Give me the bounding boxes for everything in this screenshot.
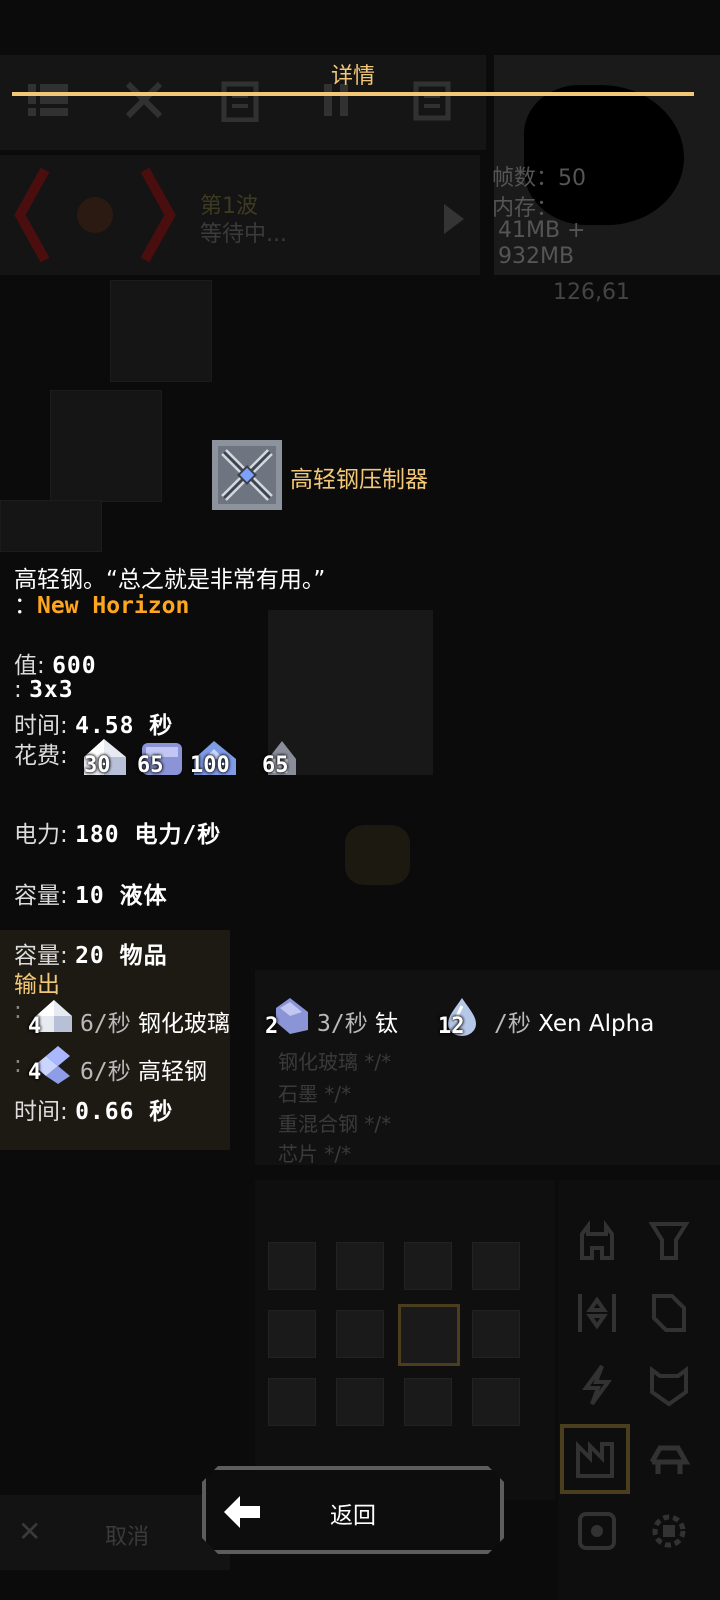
- mod-source: ：New Horizon: [14, 586, 189, 620]
- input-rate: 3/秒: [317, 1011, 368, 1037]
- background-unit: [345, 825, 410, 885]
- input-item: /秒 Xen Alpha: [494, 1004, 654, 1038]
- fps-readout: 帧数：50: [492, 166, 586, 191]
- distribution-category-icon: [578, 1294, 616, 1332]
- defense-category-icon: [650, 1366, 688, 1407]
- input-amount: 4: [28, 1014, 42, 1039]
- palette-block: [336, 1378, 384, 1426]
- palette-block: [268, 1310, 316, 1358]
- memory-value-1: 41MB +: [498, 218, 586, 243]
- stat-label: 值:: [14, 653, 45, 679]
- input-name: 钢化玻璃: [138, 1011, 231, 1037]
- palette-block: [472, 1242, 520, 1290]
- output-name: 高轻钢: [138, 1059, 208, 1085]
- liquid-capacity-stat: 容量: 10 液体: [14, 876, 168, 910]
- power-stat: 电力: 180 电力/秒: [14, 815, 221, 849]
- input-row-prefix: :: [14, 998, 22, 1024]
- output-amount: 4: [28, 1060, 42, 1085]
- popup-line: 石墨 */*: [278, 1082, 352, 1106]
- size-stat: : 3x3: [14, 677, 74, 703]
- popup-line: 芯片 */*: [278, 1142, 352, 1166]
- palette-block: [472, 1378, 520, 1426]
- power-category-icon: [582, 1364, 612, 1406]
- close-icon: ✕: [18, 1515, 42, 1548]
- stat-value: 10 液体: [75, 883, 168, 909]
- effect-category-icon: [652, 1514, 686, 1548]
- stat-label: :: [14, 677, 22, 703]
- palette-block: [472, 1310, 520, 1358]
- input-item: 6/秒 钢化玻璃: [80, 1004, 230, 1038]
- terrain-tile: [0, 500, 102, 552]
- palette-block: [268, 1378, 316, 1426]
- terrain-tile: [50, 390, 162, 502]
- palette-block: [336, 1242, 384, 1290]
- palette-block: [404, 1242, 452, 1290]
- popup-line: 钢化玻璃 */*: [278, 1050, 392, 1074]
- turret-category-icon: [580, 1220, 614, 1260]
- stat-value: 3x3: [29, 677, 74, 703]
- mod-name: New Horizon: [37, 593, 190, 619]
- cost-amount: 65: [262, 753, 289, 778]
- popup-line: 重混合钢 */*: [278, 1112, 392, 1136]
- cursor-coords: 126,61: [553, 280, 630, 305]
- stat-label: 容量:: [14, 883, 68, 909]
- logic-category-icon: [578, 1512, 616, 1550]
- wave-hex-frame: [14, 167, 176, 263]
- block-preview-icon: [212, 440, 282, 510]
- back-button-label: 返回: [330, 1503, 376, 1529]
- block-name: 高轻钢压制器: [290, 467, 428, 493]
- cost-amount: 65: [137, 753, 164, 778]
- input-amount: 2: [265, 1014, 279, 1039]
- stat-value: 600: [52, 653, 97, 679]
- palette-block-selected: [398, 1304, 460, 1366]
- background-game-ui: 帧数：50 内存： 41MB + 932MB 126,61 第1波 等待中...…: [0, 0, 720, 1600]
- wave-status: 等待中...: [200, 222, 287, 247]
- palette-block: [404, 1378, 452, 1426]
- stat-label: 电力:: [14, 822, 68, 848]
- title-divider: [12, 92, 694, 96]
- skip-wave-icon: [444, 204, 464, 234]
- stat-value: 180 电力/秒: [75, 822, 222, 848]
- input-rate: /秒: [494, 1011, 531, 1037]
- output-item: 6/秒 高轻钢: [80, 1052, 207, 1086]
- cost-amount: 100: [190, 753, 230, 778]
- output-row-prefix: :: [14, 1052, 22, 1078]
- stat-value: 0.66 秒: [75, 1099, 174, 1125]
- stat-label: 花费:: [14, 743, 68, 769]
- input-name: Xen Alpha: [538, 1011, 655, 1037]
- cost-stat: 花费:: [14, 736, 68, 770]
- output-rate: 6/秒: [80, 1059, 131, 1085]
- liquid-category-icon: [652, 1294, 686, 1332]
- stat-label: 时间:: [14, 1099, 68, 1125]
- dialog-title: 详情: [330, 64, 375, 89]
- health-stat: 值: 600: [14, 646, 97, 680]
- cost-amount: 30: [84, 753, 111, 778]
- mod-prefix: ：: [14, 593, 37, 619]
- input-rate: 6/秒: [80, 1011, 131, 1037]
- production-category-icon: [648, 1222, 690, 1260]
- units-category-icon: [649, 1445, 691, 1474]
- back-button[interactable]: 返回: [202, 1466, 504, 1554]
- background-cancel-button: ✕ 取消: [0, 1495, 230, 1570]
- input-item: 3/秒 钛: [317, 1004, 398, 1038]
- terrain-tile: [110, 280, 212, 382]
- cancel-label: 取消: [105, 1525, 150, 1550]
- palette-block: [268, 1242, 316, 1290]
- craft-time-stat: 时间: 0.66 秒: [14, 1092, 173, 1126]
- input-name: 钛: [375, 1011, 399, 1037]
- output-section-header: 输出: [14, 972, 60, 998]
- input-amount: 12: [438, 1014, 465, 1039]
- stat-value: 20 物品: [75, 943, 168, 969]
- palette-block: [336, 1310, 384, 1358]
- memory-value-2: 932MB: [498, 244, 575, 269]
- crafting-category-icon: [576, 1441, 614, 1478]
